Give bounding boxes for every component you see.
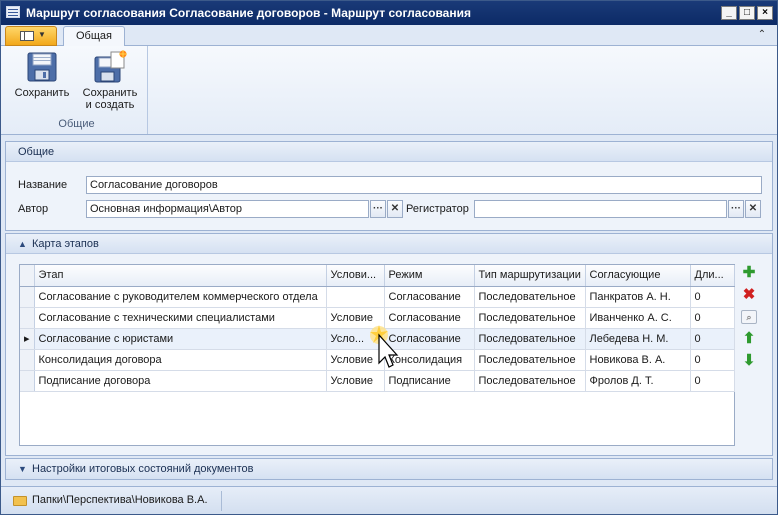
column-header-routing-type[interactable]: Тип маршрутизации <box>474 265 586 287</box>
save-button-label: Сохранить <box>14 87 70 99</box>
row-indicator <box>20 307 35 329</box>
registrar-clear-button[interactable]: ✕ <box>745 200 761 218</box>
grid-header-row: Этап Услови... Режим Тип маршрутизации С… <box>20 265 735 287</box>
author-label: Автор <box>18 203 49 215</box>
save-and-create-icon <box>94 50 127 83</box>
cell-mode[interactable]: Согласование <box>384 286 475 308</box>
column-header-approvers[interactable]: Согласующие <box>585 265 691 287</box>
row-indicator-header <box>20 265 35 287</box>
final-states-panel-title: Настройки итоговых состояний документов <box>32 463 254 475</box>
cell-duration[interactable]: 0 <box>690 328 735 350</box>
cell-routing-type[interactable]: Последовательное <box>474 370 586 392</box>
name-label: Название <box>18 179 68 191</box>
cell-mode[interactable]: Подписание <box>384 370 475 392</box>
cell-approvers[interactable]: Иванченко А. С. <box>585 307 691 329</box>
collapse-ribbon-button[interactable]: ⌃ <box>755 28 769 42</box>
author-clear-button[interactable]: ✕ <box>387 200 403 218</box>
column-header-stage[interactable]: Этап <box>34 265 327 287</box>
maximize-button[interactable]: □ <box>739 6 755 20</box>
cell-routing-type[interactable]: Последовательное <box>474 328 586 350</box>
row-indicator <box>20 349 35 371</box>
cell-duration[interactable]: 0 <box>690 286 735 308</box>
registrar-field[interactable] <box>474 200 727 218</box>
ribbon: Сохранить Сохранить и создать Общие <box>1 46 777 135</box>
table-row[interactable]: Согласование с руководителем коммерческо… <box>20 286 735 308</box>
find-stage-button[interactable]: ⌕ <box>740 308 758 326</box>
folder-icon <box>13 496 27 506</box>
content-area: Общие Название Согласование договоров Ав… <box>5 138 773 483</box>
column-header-condition[interactable]: Услови... <box>326 265 385 287</box>
chevron-up-icon: ▲ <box>18 239 27 249</box>
current-folder-path[interactable]: Папки\Перспектива\Новикова В.А. <box>32 494 208 506</box>
cell-approvers[interactable]: Лебедева Н. М. <box>585 328 691 350</box>
cell-stage[interactable]: Консолидация договора <box>34 349 327 371</box>
cell-stage[interactable]: Согласование с руководителем коммерческо… <box>34 286 327 308</box>
cell-stage[interactable]: Согласование с техническими специалистам… <box>34 307 327 329</box>
save-icon <box>27 52 57 82</box>
column-header-duration[interactable]: Дли... <box>690 265 735 287</box>
row-indicator <box>20 286 35 308</box>
application-menu-button[interactable]: ▼ <box>5 26 57 46</box>
stages-panel-title: Карта этапов <box>32 238 99 250</box>
general-panel-header: Общие <box>6 142 772 162</box>
delete-stage-button[interactable]: ✖ <box>740 286 758 304</box>
save-and-create-label-line1: Сохранить <box>82 87 138 99</box>
ribbon-group-label: Общие <box>58 118 95 130</box>
name-field[interactable]: Согласование договоров <box>86 176 762 194</box>
chevron-down-icon: ▼ <box>38 30 46 39</box>
main-window: Маршрут согласования Согласование догово… <box>0 0 778 515</box>
save-and-create-label-line2: и создать <box>85 99 135 111</box>
cell-routing-type[interactable]: Последовательное <box>474 286 586 308</box>
title-bar: Маршрут согласования Согласование догово… <box>1 1 777 25</box>
cell-approvers[interactable]: Новикова В. А. <box>585 349 691 371</box>
move-up-button[interactable]: ⬆ <box>740 330 758 348</box>
cell-duration[interactable]: 0 <box>690 307 735 329</box>
add-stage-button[interactable]: ✚ <box>740 264 758 282</box>
table-row[interactable]: Подписание договора Условие Подписание П… <box>20 370 735 392</box>
cell-duration[interactable]: 0 <box>690 370 735 392</box>
stages-panel-header[interactable]: ▲ Карта этапов <box>6 234 772 254</box>
chevron-down-icon: ▼ <box>18 464 27 474</box>
status-bar: Папки\Перспектива\Новикова В.А. <box>1 486 777 514</box>
final-states-panel: ▼ Настройки итоговых состояний документов <box>5 458 773 480</box>
cell-condition[interactable] <box>326 286 385 308</box>
registrar-select-button[interactable]: ··· <box>728 200 744 218</box>
minimize-button[interactable]: _ <box>721 6 737 20</box>
search-icon: ⌕ <box>741 310 757 324</box>
registrar-label: Регистратор <box>406 203 469 215</box>
save-and-create-button[interactable]: Сохранить и создать <box>77 48 143 111</box>
cell-stage[interactable]: Согласование с юристами <box>34 328 327 350</box>
window-app-icon <box>6 6 20 18</box>
cell-duration[interactable]: 0 <box>690 349 735 371</box>
author-select-button[interactable]: ··· <box>370 200 386 218</box>
cell-condition[interactable]: Условие <box>326 370 385 392</box>
current-row-marker-icon: ▸ <box>20 328 35 350</box>
cell-stage[interactable]: Подписание договора <box>34 370 327 392</box>
app-menu-icon <box>20 31 34 41</box>
mouse-cursor-icon <box>370 325 399 368</box>
author-field[interactable]: Основная информация\Автор <box>86 200 369 218</box>
general-panel: Общие Название Согласование договоров Ав… <box>5 141 773 231</box>
window-title: Маршрут согласования Согласование догово… <box>26 6 471 20</box>
tab-general[interactable]: Общая <box>63 26 125 47</box>
cell-approvers[interactable]: Фролов Д. Т. <box>585 370 691 392</box>
status-separator <box>221 491 222 511</box>
move-down-button[interactable]: ⬇ <box>740 352 758 370</box>
row-indicator <box>20 370 35 392</box>
cell-approvers[interactable]: Панкратов А. Н. <box>585 286 691 308</box>
final-states-panel-header[interactable]: ▼ Настройки итоговых состояний документов <box>6 459 772 479</box>
ribbon-group-general: Сохранить Сохранить и создать Общие <box>5 46 148 134</box>
close-button[interactable]: × <box>757 6 773 20</box>
cell-routing-type[interactable]: Последовательное <box>474 349 586 371</box>
ribbon-tab-bar: ▼ Общая ⌃ <box>1 25 777 47</box>
cell-routing-type[interactable]: Последовательное <box>474 307 586 329</box>
column-header-mode[interactable]: Режим <box>384 265 475 287</box>
save-button[interactable]: Сохранить <box>9 48 75 99</box>
